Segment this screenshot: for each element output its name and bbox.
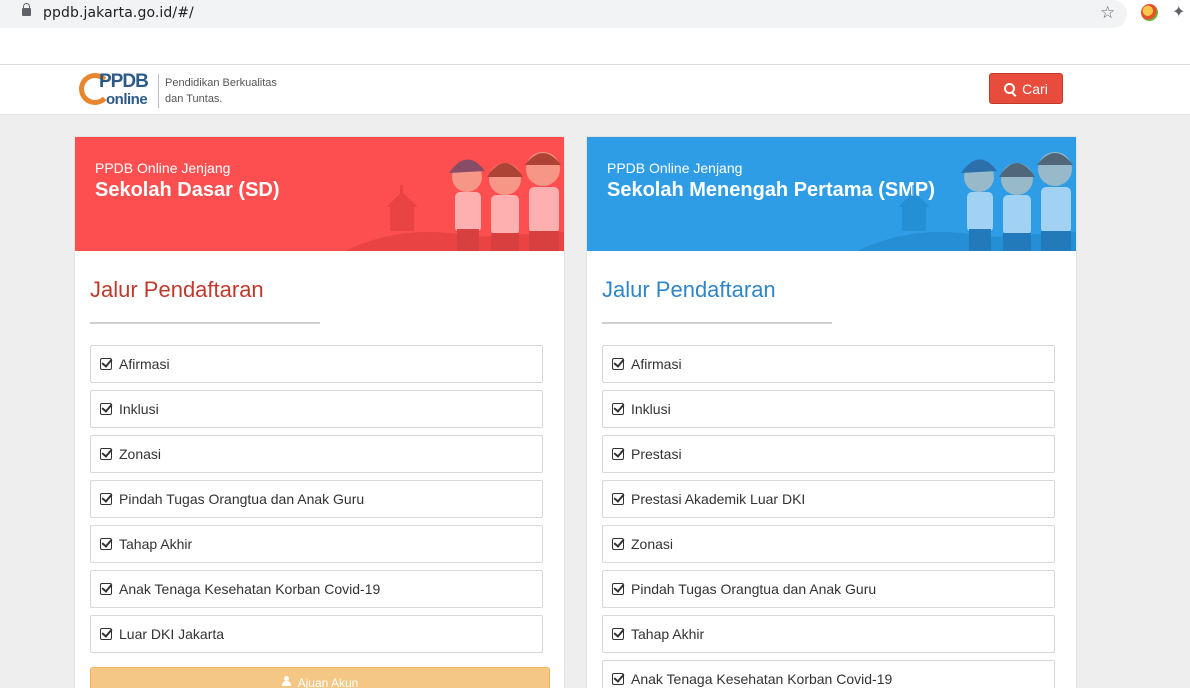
tagline: Pendidikan Berkualitas dan Tuntas.	[165, 75, 277, 107]
url-text[interactable]: ppdb.jakarta.go.id/#/	[43, 5, 194, 21]
smp-banner: PPDB Online Jenjang Sekolah Menengah Per…	[587, 137, 1076, 251]
check-square-icon	[100, 448, 112, 460]
check-square-icon	[100, 403, 112, 415]
smp-option-inklusi[interactable]: Inklusi	[602, 390, 1055, 428]
puzzle-icon[interactable]: ✦	[1172, 3, 1185, 23]
smp-option-tahap-akhir[interactable]: Tahap Akhir	[602, 615, 1055, 653]
address-bar[interactable]: ppdb.jakarta.go.id/#/	[0, 0, 1127, 28]
smp-card: PPDB Online Jenjang Sekolah Menengah Per…	[586, 136, 1077, 688]
check-square-icon	[100, 583, 112, 595]
smp-banner-pre: PPDB Online Jenjang	[607, 160, 743, 176]
sd-section-title: Jalur Pendaftaran	[90, 277, 264, 302]
check-square-icon	[100, 358, 112, 370]
option-label: Afirmasi	[631, 356, 682, 372]
sd-option-tahap-akhir[interactable]: Tahap Akhir	[90, 525, 543, 563]
ajuan-akun-button[interactable]: Ajuan Akun	[90, 667, 550, 688]
tagline-divider	[158, 74, 159, 108]
option-label: Zonasi	[119, 446, 162, 462]
sd-banner-pre: PPDB Online Jenjang	[95, 160, 231, 176]
smp-option-afirmasi[interactable]: Afirmasi	[602, 345, 1055, 383]
lock-icon	[22, 3, 31, 16]
sd-title-divider	[90, 322, 320, 324]
option-label: Anak Tenaga Kesehatan Korban Covid-19	[119, 581, 381, 597]
sd-options-list: Afirmasi Inklusi Zonasi Pindah Tugas Ora…	[90, 345, 543, 660]
smp-option-covid[interactable]: Anak Tenaga Kesehatan Korban Covid-19	[602, 660, 1055, 688]
option-label: Zonasi	[631, 536, 674, 552]
check-square-icon	[612, 448, 624, 460]
students-illustration	[857, 152, 1076, 251]
smp-section-title: Jalur Pendaftaran	[602, 277, 776, 302]
user-plus-icon	[281, 676, 293, 686]
option-label: Prestasi	[631, 446, 682, 462]
option-label: Pindah Tugas Orangtua dan Anak Guru	[119, 491, 365, 507]
browser-chrome: ppdb.jakarta.go.id/#/ ☆ ✦	[0, 0, 1190, 65]
star-icon[interactable]: ☆	[1100, 3, 1115, 23]
logo-text-bottom: online	[106, 91, 148, 108]
check-square-icon	[612, 358, 624, 370]
check-square-icon	[612, 538, 624, 550]
tagline-line-2: dan Tuntas.	[165, 93, 223, 105]
check-square-icon	[612, 628, 624, 640]
check-square-icon	[612, 493, 624, 505]
sd-banner-level: Sekolah Dasar (SD)	[95, 179, 280, 201]
option-label: Tahap Akhir	[119, 536, 193, 552]
option-label: Inklusi	[631, 401, 671, 417]
tagline-line-1: Pendidikan Berkualitas	[165, 77, 277, 89]
logo-text-top: PPDB	[99, 71, 149, 92]
sd-option-pindah-tugas[interactable]: Pindah Tugas Orangtua dan Anak Guru	[90, 480, 543, 518]
option-label: Tahap Akhir	[631, 626, 705, 642]
smp-options-list: Afirmasi Inklusi Prestasi Prestasi Akade…	[602, 345, 1055, 688]
check-square-icon	[100, 538, 112, 550]
extension-icon[interactable]	[1141, 4, 1158, 21]
sd-option-afirmasi[interactable]: Afirmasi	[90, 345, 543, 383]
ppdb-logo[interactable]: PPDB online	[79, 71, 154, 109]
smp-option-zonasi[interactable]: Zonasi	[602, 525, 1055, 563]
option-label: Prestasi Akademik Luar DKI	[631, 491, 806, 507]
sd-card: PPDB Online Jenjang Sekolah Dasar (SD) J…	[74, 136, 565, 688]
sd-option-luar-dki[interactable]: Luar DKI Jakarta	[90, 615, 543, 653]
option-label: Pindah Tugas Orangtua dan Anak Guru	[631, 581, 877, 597]
check-square-icon	[100, 493, 112, 505]
search-button[interactable]: Cari	[989, 73, 1063, 104]
sd-banner: PPDB Online Jenjang Sekolah Dasar (SD)	[75, 137, 564, 251]
search-icon	[1004, 83, 1016, 94]
smp-option-prestasi-luar-dki[interactable]: Prestasi Akademik Luar DKI	[602, 480, 1055, 518]
option-label: Anak Tenaga Kesehatan Korban Covid-19	[631, 671, 893, 687]
option-label: Luar DKI Jakarta	[119, 626, 225, 642]
sd-option-inklusi[interactable]: Inklusi	[90, 390, 543, 428]
sd-option-zonasi[interactable]: Zonasi	[90, 435, 543, 473]
students-illustration	[345, 152, 564, 251]
check-square-icon	[612, 403, 624, 415]
search-button-label: Cari	[1022, 80, 1048, 97]
sd-option-covid[interactable]: Anak Tenaga Kesehatan Korban Covid-19	[90, 570, 543, 608]
smp-option-prestasi[interactable]: Prestasi	[602, 435, 1055, 473]
option-label: Afirmasi	[119, 356, 170, 372]
ajuan-akun-label: Ajuan Akun	[297, 676, 359, 688]
check-square-icon	[612, 673, 624, 685]
smp-title-divider	[602, 322, 832, 324]
option-label: Inklusi	[119, 401, 159, 417]
smp-option-pindah-tugas[interactable]: Pindah Tugas Orangtua dan Anak Guru	[602, 570, 1055, 608]
check-square-icon	[100, 628, 112, 640]
check-square-icon	[612, 583, 624, 595]
site-header: PPDB online Pendidikan Berkualitas dan T…	[0, 65, 1190, 115]
